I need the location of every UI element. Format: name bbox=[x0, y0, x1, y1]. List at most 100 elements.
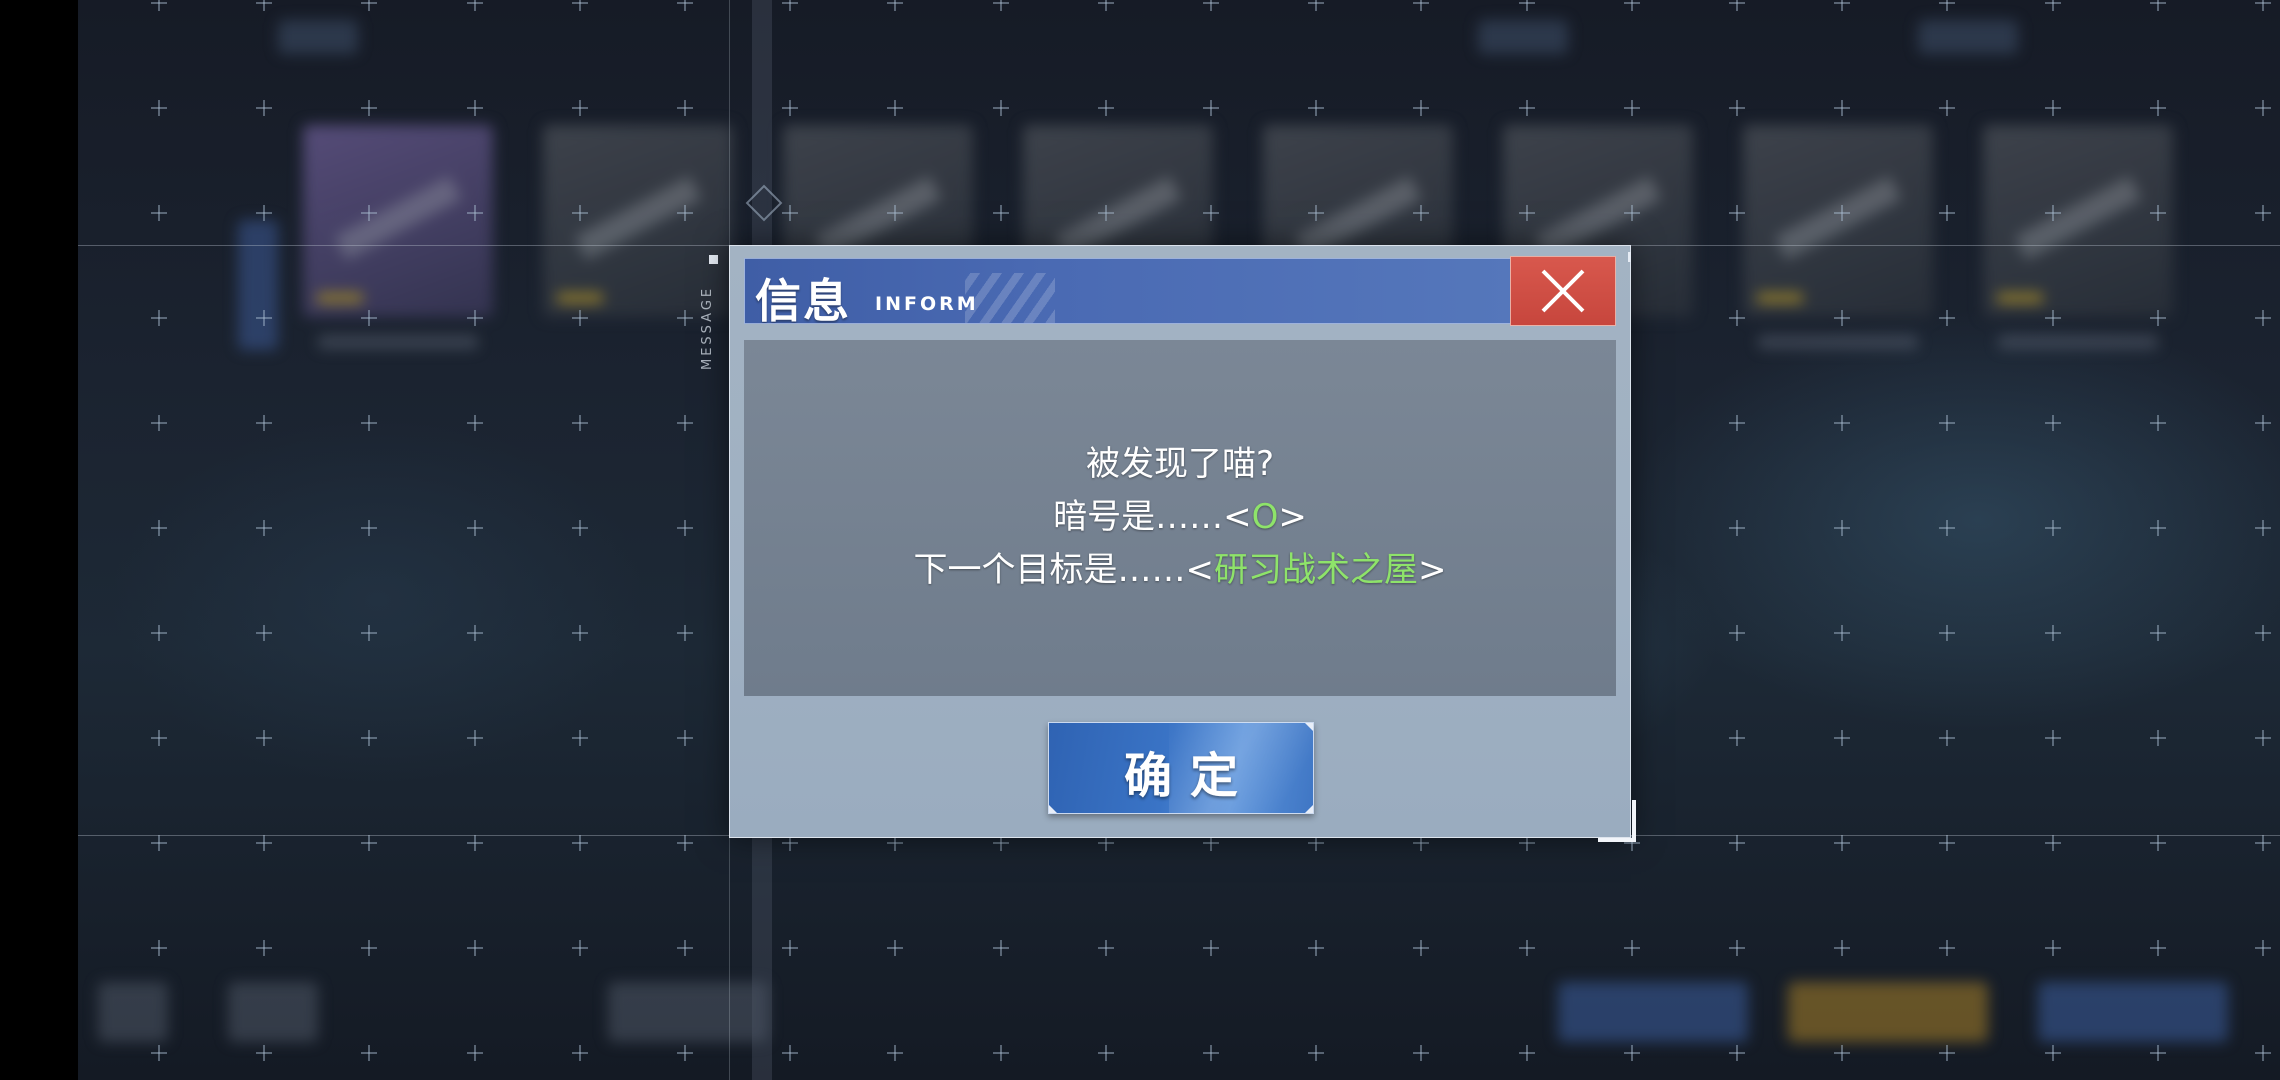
crosshair-mark bbox=[1203, 1045, 1219, 1061]
bg-header-pill bbox=[1478, 20, 1568, 54]
crosshair-mark bbox=[2044, 205, 2061, 221]
crosshair-mark bbox=[782, 1045, 799, 1061]
crosshair-mark bbox=[2255, 205, 2271, 221]
crosshair-mark bbox=[1939, 0, 1956, 11]
crosshair-mark bbox=[2255, 940, 2271, 956]
code-value: O bbox=[1251, 497, 1279, 537]
crosshair-mark bbox=[2255, 310, 2271, 326]
crosshair-mark bbox=[1729, 100, 1745, 116]
message-line-1-text: 被发现了喵? bbox=[1085, 444, 1275, 484]
message-line-3: 下一个目标是……<研习战术之屋> bbox=[744, 544, 1616, 597]
crosshair-mark bbox=[1518, 0, 1535, 11]
crosshair-mark bbox=[1308, 940, 1325, 956]
crosshair-mark bbox=[151, 520, 167, 536]
crosshair-mark bbox=[2044, 0, 2061, 11]
crosshair-mark bbox=[1203, 940, 1219, 956]
crosshair-mark bbox=[2255, 520, 2271, 536]
crosshair-mark bbox=[992, 0, 1009, 11]
crosshair-mark bbox=[1729, 730, 1745, 746]
crosshair-mark bbox=[151, 625, 167, 641]
crosshair-mark bbox=[1308, 205, 1325, 221]
crosshair-mark bbox=[571, 0, 588, 11]
crosshair-mark bbox=[677, 0, 693, 11]
confirm-label: 确定 bbox=[1123, 748, 1256, 804]
crosshair-mark bbox=[1834, 205, 1851, 221]
crosshair-mark bbox=[361, 1045, 378, 1061]
crosshair-mark bbox=[361, 835, 378, 851]
crosshair-mark bbox=[2149, 100, 2166, 116]
crosshair-mark bbox=[466, 1045, 483, 1061]
crosshair-mark bbox=[571, 1045, 588, 1061]
crosshair-mark bbox=[256, 940, 273, 956]
crosshair-mark bbox=[1413, 1045, 1430, 1061]
crosshair-mark bbox=[677, 520, 693, 536]
crosshair-mark bbox=[2255, 625, 2271, 641]
crosshair-mark bbox=[361, 0, 378, 11]
crosshair-mark bbox=[1939, 940, 1956, 956]
crosshair-mark bbox=[1623, 0, 1640, 11]
crosshair-mark bbox=[2149, 0, 2166, 11]
crosshair-mark bbox=[992, 100, 1009, 116]
message-lines: 被发现了喵? 暗号是……<O> 下一个目标是……<研习战术之屋> bbox=[744, 438, 1616, 597]
crosshair-mark bbox=[256, 310, 273, 326]
crosshair-mark bbox=[1834, 415, 1851, 431]
crosshair-mark bbox=[151, 415, 167, 431]
crosshair-mark bbox=[992, 205, 1009, 221]
crosshair-mark bbox=[151, 940, 167, 956]
crosshair-mark bbox=[677, 205, 693, 221]
crosshair-mark bbox=[256, 1045, 273, 1061]
crosshair-mark bbox=[1097, 100, 1114, 116]
crosshair-mark bbox=[782, 0, 799, 11]
crosshair-mark bbox=[1413, 100, 1430, 116]
crosshair-mark bbox=[1729, 520, 1745, 536]
corner-tick bbox=[1049, 805, 1057, 813]
crosshair-mark bbox=[466, 940, 483, 956]
bg-card-label bbox=[318, 335, 478, 349]
crosshair-mark bbox=[1939, 625, 1956, 641]
close-button[interactable] bbox=[1510, 256, 1616, 326]
crosshair-mark bbox=[361, 730, 378, 746]
crosshair-mark bbox=[256, 0, 273, 11]
crosshair-mark bbox=[466, 310, 483, 326]
crosshair-mark bbox=[887, 100, 904, 116]
crosshair-mark bbox=[2044, 310, 2061, 326]
message-line-2: 暗号是……<O> bbox=[744, 491, 1616, 544]
crosshair-mark bbox=[1729, 1045, 1745, 1061]
crosshair-mark bbox=[256, 625, 273, 641]
crosshair-mark bbox=[887, 1045, 904, 1061]
confirm-button[interactable]: 确定 bbox=[1048, 722, 1314, 814]
crosshair-mark bbox=[1939, 415, 1956, 431]
crosshair-mark bbox=[2044, 730, 2061, 746]
crosshair-mark bbox=[151, 310, 167, 326]
crosshair-mark bbox=[571, 310, 588, 326]
crosshair-mark bbox=[1097, 1045, 1114, 1061]
crosshair-mark bbox=[361, 940, 378, 956]
crosshair-mark bbox=[677, 310, 693, 326]
crosshair-mark bbox=[2044, 1045, 2061, 1061]
crosshair-mark bbox=[1939, 835, 1956, 851]
crosshair-mark bbox=[151, 205, 167, 221]
bg-card-label bbox=[1758, 335, 1918, 349]
crosshair-mark bbox=[151, 730, 167, 746]
crosshair-mark bbox=[1623, 1045, 1640, 1061]
crosshair-mark bbox=[1939, 205, 1956, 221]
bg-bottom-button bbox=[228, 982, 318, 1042]
crosshair-mark bbox=[2044, 835, 2061, 851]
close-icon bbox=[1541, 269, 1585, 313]
message-body: 被发现了喵? 暗号是……<O> 下一个目标是……<研习战术之屋> bbox=[744, 340, 1616, 696]
crosshair-mark bbox=[361, 100, 378, 116]
crosshair-mark bbox=[151, 0, 167, 11]
crosshair-mark bbox=[1518, 1045, 1535, 1061]
target-suffix: > bbox=[1418, 550, 1447, 590]
dialog-title: 信息 bbox=[755, 274, 851, 324]
crosshair-mark bbox=[1834, 940, 1851, 956]
crosshair-mark bbox=[2255, 1045, 2271, 1061]
crosshair-mark bbox=[361, 310, 378, 326]
crosshair-mark bbox=[1203, 0, 1219, 11]
crosshair-mark bbox=[571, 730, 588, 746]
crosshair-mark bbox=[2255, 0, 2271, 11]
crosshair-mark bbox=[1623, 100, 1640, 116]
target-value: 研习战术之屋 bbox=[1214, 550, 1418, 590]
crosshair-mark bbox=[782, 205, 799, 221]
crosshair-mark bbox=[782, 940, 799, 956]
